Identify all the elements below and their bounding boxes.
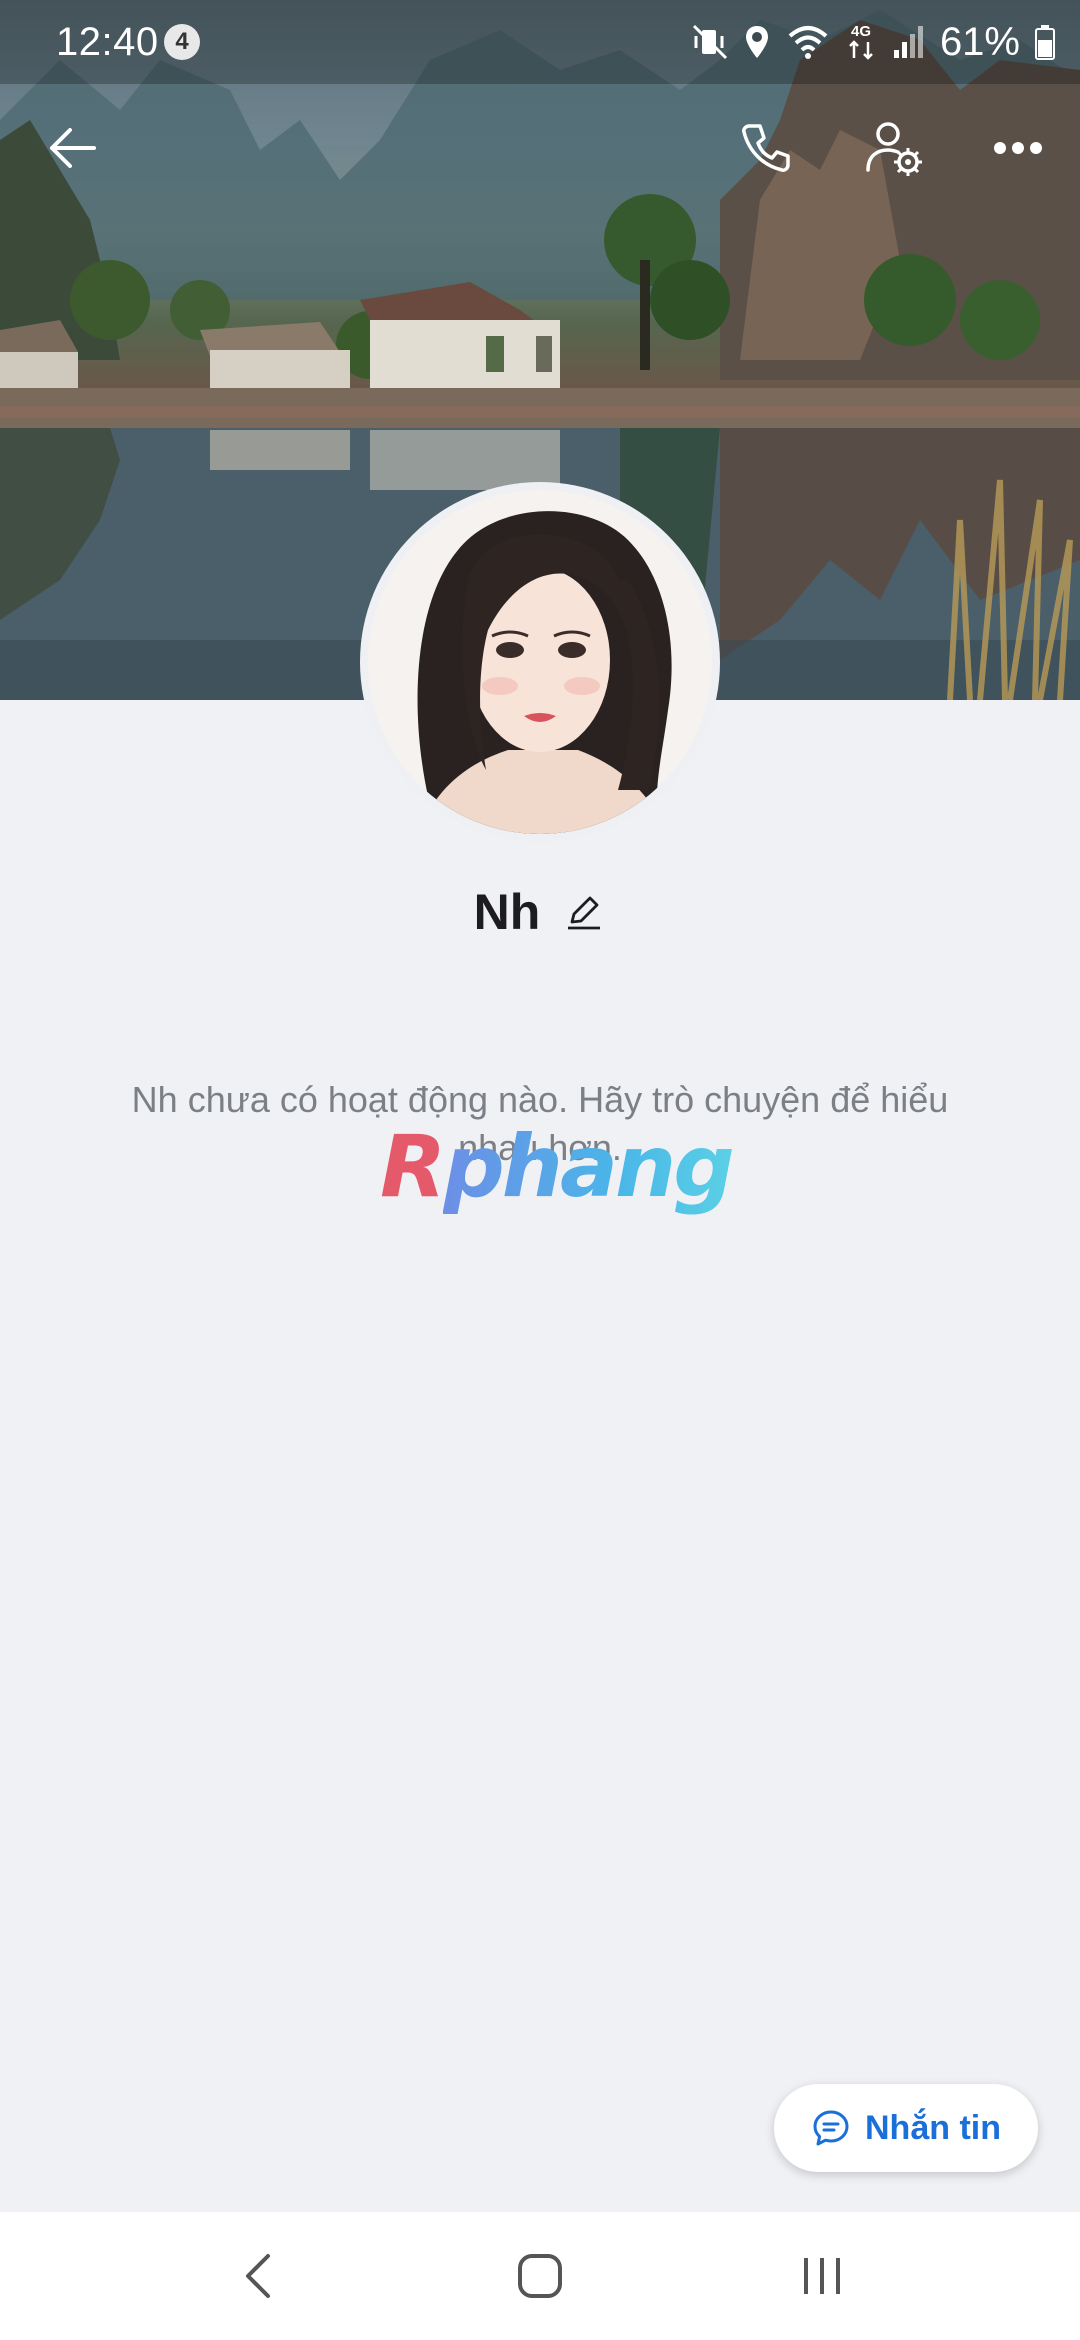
phone-icon [742, 124, 790, 172]
battery-percent: 61% [939, 19, 1020, 64]
nav-back-button[interactable] [218, 2240, 298, 2312]
signal-icon [893, 26, 923, 58]
avatar[interactable] [360, 482, 720, 842]
wifi-icon [788, 26, 828, 59]
profile-settings-button[interactable] [850, 104, 938, 192]
user-settings-icon [866, 122, 922, 176]
avatar-portrait [368, 490, 712, 834]
network-type-icon: 4G [849, 23, 873, 60]
status-icons: 4G 61% [692, 18, 1056, 66]
chat-bubble-icon [813, 2110, 849, 2146]
nav-home-button[interactable] [500, 2240, 580, 2312]
location-icon [745, 26, 768, 58]
mute-vibrate-icon [692, 24, 727, 60]
network-type-label: 4G [851, 23, 871, 40]
battery-icon [1035, 25, 1055, 60]
profile-name-row: Nh [0, 880, 1080, 944]
avatar-image [368, 490, 712, 834]
nav-home-icon [518, 2254, 562, 2298]
nav-back-icon [246, 2254, 270, 2298]
more-options-icon [994, 142, 1042, 154]
watermark-rest: phang [443, 1117, 735, 1217]
system-navigation-bar [0, 2212, 1080, 2340]
back-button[interactable] [28, 104, 116, 192]
notification-count-badge: 4 [164, 24, 200, 60]
nav-recents-button[interactable] [782, 2240, 862, 2312]
status-bar: 12:40 4 4G 61% [0, 0, 1080, 84]
status-time: 12:40 [56, 20, 159, 64]
top-action-bar [0, 100, 1080, 200]
edit-name-button[interactable] [562, 890, 606, 934]
send-message-label: Nhắn tin [865, 2108, 1001, 2147]
back-arrow-icon [50, 128, 96, 168]
profile-name: Nh [473, 884, 541, 940]
send-message-button[interactable]: Nhắn tin [774, 2084, 1038, 2172]
watermark-first-letter: R [380, 1117, 446, 1217]
more-options-button[interactable] [974, 104, 1062, 192]
call-button[interactable] [722, 104, 810, 192]
edit-pencil-icon [568, 896, 601, 930]
nav-recents-icon [804, 2258, 840, 2294]
watermark-logo: Rphang [380, 1112, 735, 1222]
